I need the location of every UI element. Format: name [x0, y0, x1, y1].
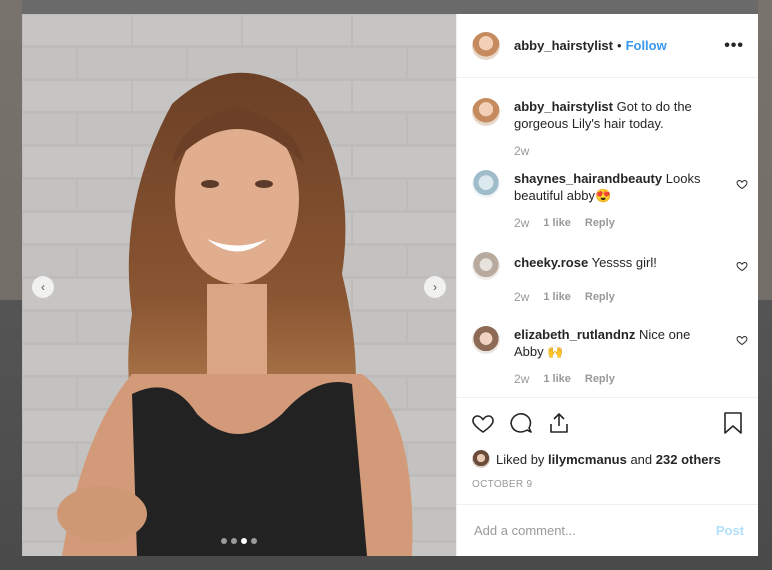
likes-summary: Liked by lilymcmanus and 232 others [457, 447, 758, 471]
avatar[interactable] [472, 31, 500, 60]
author-username[interactable]: abby_hairstylist [514, 38, 613, 53]
timestamp[interactable]: 2w [514, 216, 529, 230]
add-comment-bar: Post [457, 504, 758, 556]
likes-conj: and [630, 451, 653, 467]
comment-bubble-icon[interactable] [509, 411, 533, 435]
carousel-dot-active [241, 538, 247, 544]
separator-dot: • [617, 38, 622, 53]
next-slide-button[interactable]: › [424, 276, 446, 298]
like-comment-heart-icon[interactable] [736, 260, 748, 272]
avatar[interactable] [472, 252, 500, 280]
post-date[interactable]: OCTOBER 9 [457, 471, 758, 504]
reply-button[interactable]: Reply [585, 217, 615, 229]
list-item: cheeky.rose Yessss girl! [472, 252, 748, 280]
reply-button[interactable]: Reply [585, 291, 615, 303]
caption-body: abby_hairstylist Got to do the gorgeous … [514, 98, 744, 132]
comment-username[interactable]: abby_hairstylist [514, 99, 613, 114]
likes-prefix: Liked by [496, 451, 545, 467]
carousel-indicator [221, 538, 257, 544]
post-header: abby_hairstylist • Follow ••• [457, 14, 758, 78]
chevron-left-icon: ‹ [41, 280, 45, 294]
like-comment-heart-icon[interactable] [736, 178, 748, 190]
comment-likes[interactable]: 1 like [543, 217, 571, 229]
comment-body: elizabeth_rutlandnz Nice one Abby 🙌 [514, 326, 744, 360]
photo-image [22, 14, 456, 556]
comment-username[interactable]: cheeky.rose [514, 255, 588, 270]
avatar[interactable] [472, 170, 500, 198]
comment-meta: 2w 1 like Reply [514, 216, 744, 230]
comment-text: Yessss girl! [591, 255, 657, 270]
comment-username[interactable]: shaynes_hairandbeauty [514, 171, 662, 186]
comment-meta: 2w 1 like Reply [514, 290, 744, 304]
avatar[interactable] [472, 450, 490, 468]
comment-meta: 2w 1 like Reply [514, 372, 744, 386]
more-options-icon[interactable]: ••• [724, 37, 744, 55]
timestamp[interactable]: 2w [514, 372, 529, 386]
timestamp[interactable]: 2w [514, 144, 529, 158]
liked-by-username[interactable]: lilymcmanus [548, 452, 627, 467]
avatar[interactable] [472, 326, 500, 354]
background-thumbnail [0, 0, 22, 300]
reply-button[interactable]: Reply [585, 373, 615, 385]
chevron-right-icon: › [433, 280, 437, 294]
post-modal: ‹ › abby_hairstylist • Follow ••• abby_h… [22, 14, 758, 556]
like-comment-heart-icon[interactable] [736, 334, 748, 346]
comment-likes[interactable]: 1 like [543, 291, 571, 303]
list-item: elizabeth_rutlandnz Nice one Abby 🙌 [472, 326, 748, 360]
caption-meta: 2w [514, 144, 744, 158]
previous-slide-button[interactable]: ‹ [32, 276, 54, 298]
background-thumbnail [758, 0, 772, 300]
post-button[interactable]: Post [716, 523, 744, 538]
comment-body: cheeky.rose Yessss girl! [514, 252, 744, 271]
likes-others-link[interactable]: 232 others [656, 452, 721, 467]
avatar[interactable] [472, 98, 500, 126]
carousel-dot [231, 538, 237, 544]
like-heart-icon[interactable] [471, 411, 495, 435]
comment-input[interactable] [472, 522, 716, 539]
post-photo: ‹ › [22, 14, 456, 556]
carousel-dot [221, 538, 227, 544]
carousel-dot [251, 538, 257, 544]
bookmark-icon[interactable] [722, 411, 744, 435]
post-sidebar: abby_hairstylist • Follow ••• abby_hairs… [456, 14, 758, 556]
post-actions [457, 397, 758, 447]
follow-button[interactable]: Follow [626, 38, 667, 53]
comments-list[interactable]: abby_hairstylist Got to do the gorgeous … [457, 78, 758, 397]
list-item: shaynes_hairandbeauty Looks beautiful ab… [472, 170, 748, 204]
comment-body: shaynes_hairandbeauty Looks beautiful ab… [514, 170, 744, 204]
caption: abby_hairstylist Got to do the gorgeous … [472, 98, 744, 132]
share-icon[interactable] [547, 411, 571, 435]
comment-likes[interactable]: 1 like [543, 373, 571, 385]
timestamp[interactable]: 2w [514, 290, 529, 304]
comment-username[interactable]: elizabeth_rutlandnz [514, 327, 635, 342]
